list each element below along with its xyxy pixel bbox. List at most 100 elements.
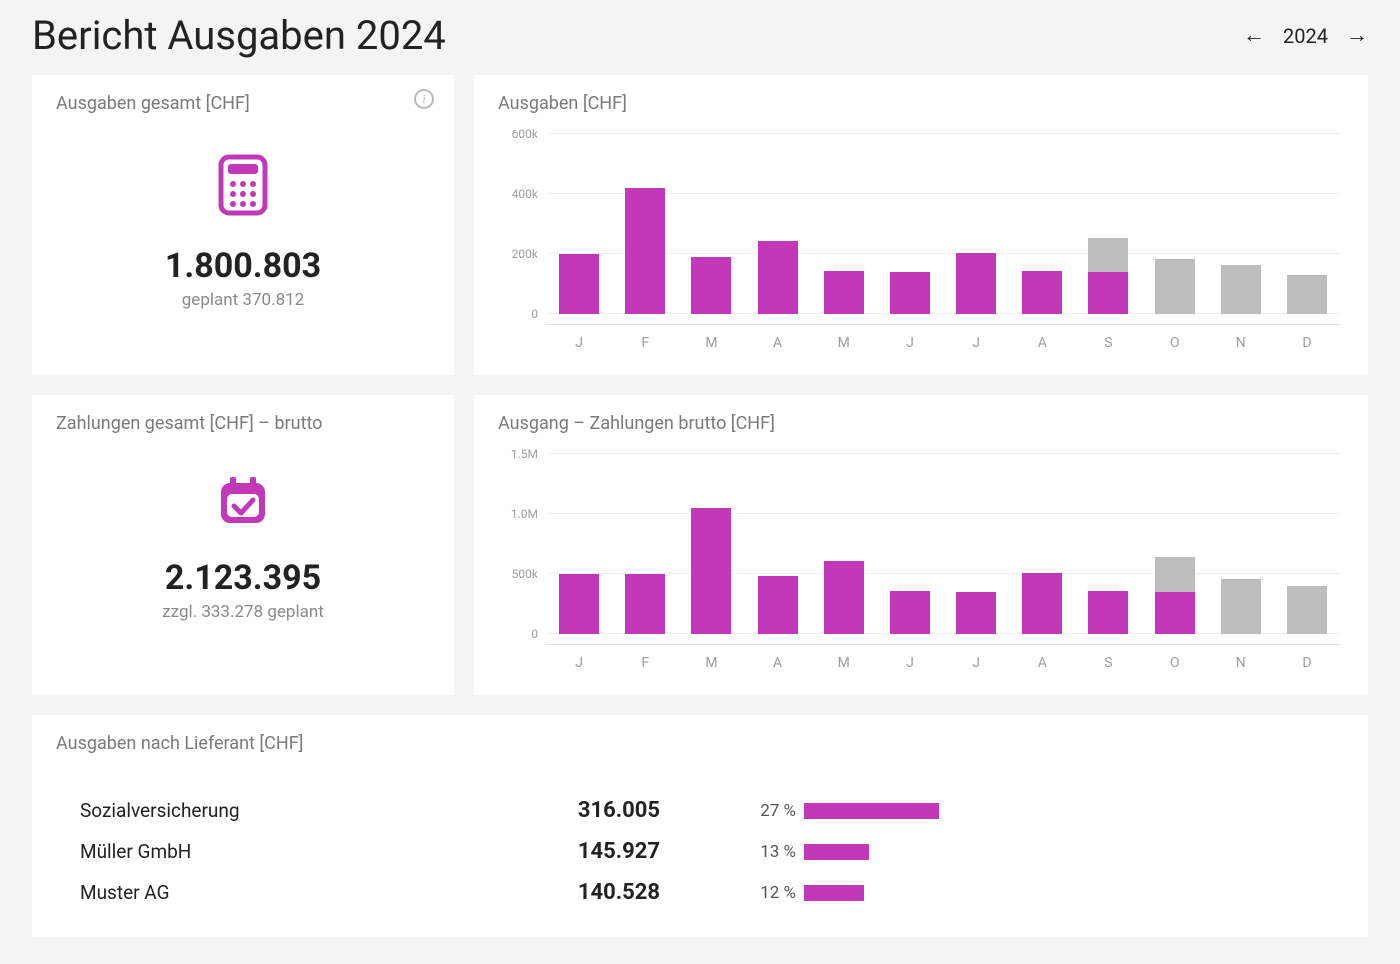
x-tick-label: S	[1075, 655, 1141, 671]
supplier-name: Muster AG	[80, 881, 560, 904]
bar[interactable]	[546, 134, 612, 314]
bar-actual	[956, 253, 996, 315]
bar-actual	[1022, 271, 1062, 315]
supplier-bar	[804, 885, 1344, 901]
y-tick-label: 0	[498, 307, 538, 321]
kpi-expenses-value: 1.800.803	[165, 246, 321, 286]
supplier-row[interactable]: Muster AG140.52812 %	[56, 872, 1344, 913]
x-tick-label: A	[745, 655, 811, 671]
y-tick-label: 200k	[498, 247, 538, 261]
x-tick-label: M	[811, 655, 877, 671]
x-tick-label: M	[678, 655, 744, 671]
supplier-percent: 13 %	[740, 842, 804, 862]
bar[interactable]	[546, 454, 612, 634]
bar[interactable]	[1009, 134, 1075, 314]
y-tick-label: 0	[498, 627, 538, 641]
x-tick-label: O	[1142, 335, 1208, 351]
bar[interactable]	[1208, 454, 1274, 634]
x-tick-label: A	[1009, 335, 1075, 351]
y-tick-label: 600k	[498, 127, 538, 141]
chart-expenses: 0200k400k600kJFMAMJJASOND	[498, 134, 1344, 351]
bar[interactable]	[877, 454, 943, 634]
bar-planned	[1221, 579, 1261, 634]
bar[interactable]	[811, 454, 877, 634]
y-tick-label: 500k	[498, 567, 538, 581]
supplier-name: Sozialversicherung	[80, 799, 560, 822]
next-year-button[interactable]: →	[1346, 25, 1368, 47]
supplier-row[interactable]: Sozialversicherung316.00527 %	[56, 790, 1344, 831]
calculator-icon	[218, 154, 268, 220]
x-tick-label: N	[1208, 335, 1274, 351]
x-tick-label: F	[612, 335, 678, 351]
kpi-payments-value: 2.123.395	[165, 558, 321, 598]
bar-actual	[890, 591, 930, 634]
page-title: Bericht Ausgaben 2024	[32, 12, 446, 59]
bar-actual	[758, 241, 798, 315]
suppliers-title: Ausgaben nach Lieferant [CHF]	[56, 733, 1344, 754]
bar-actual	[824, 271, 864, 315]
bar[interactable]	[943, 134, 1009, 314]
kpi-payments-sub: zzgl. 333.278 geplant	[162, 602, 324, 622]
supplier-row[interactable]: Müller GmbH145.92713 %	[56, 831, 1344, 872]
x-tick-label: S	[1075, 335, 1141, 351]
bar-actual	[625, 574, 665, 634]
bar-actual	[824, 561, 864, 634]
x-tick-label: D	[1274, 335, 1340, 351]
bar-actual	[956, 592, 996, 634]
x-tick-label: A	[1009, 655, 1075, 671]
bar[interactable]	[1009, 454, 1075, 634]
supplier-bar-fill	[804, 844, 869, 860]
suppliers-card: Ausgaben nach Lieferant [CHF] Sozialvers…	[32, 715, 1368, 937]
bar[interactable]	[1142, 134, 1208, 314]
y-tick-label: 1.0M	[498, 507, 538, 521]
chart-payments-title: Ausgang – Zahlungen brutto [CHF]	[498, 413, 1344, 434]
bar[interactable]	[678, 454, 744, 634]
kpi-payments-card: Zahlungen gesamt [CHF] – brutto 2.123.39…	[32, 395, 454, 695]
bar-actual	[1022, 573, 1062, 634]
bar[interactable]	[745, 454, 811, 634]
bar[interactable]	[1142, 454, 1208, 634]
bar-planned	[1287, 586, 1327, 634]
bar[interactable]	[612, 134, 678, 314]
bar-planned	[1155, 259, 1195, 315]
x-tick-label: A	[745, 335, 811, 351]
x-tick-label: N	[1208, 655, 1274, 671]
x-tick-label: F	[612, 655, 678, 671]
prev-year-button[interactable]: ←	[1243, 25, 1265, 47]
year-nav: ← 2024 →	[1243, 24, 1368, 48]
kpi-expenses-card: Ausgaben gesamt [CHF] i 1.800.80	[32, 75, 454, 375]
year-label: 2024	[1283, 24, 1328, 48]
x-tick-label: J	[546, 335, 612, 351]
bar-actual	[1088, 272, 1128, 314]
supplier-value: 140.528	[560, 880, 740, 905]
supplier-percent: 12 %	[740, 883, 804, 903]
bar[interactable]	[1208, 134, 1274, 314]
chart-expenses-title: Ausgaben [CHF]	[498, 93, 1344, 114]
x-tick-label: D	[1274, 655, 1340, 671]
kpi-expenses-sub: geplant 370.812	[182, 290, 304, 310]
bar[interactable]	[1274, 134, 1340, 314]
supplier-bar-fill	[804, 885, 864, 901]
bar[interactable]	[811, 134, 877, 314]
bar[interactable]	[612, 454, 678, 634]
supplier-percent: 27 %	[740, 801, 804, 821]
chart-payments: 0500k1.0M1.5MJFMAMJJASOND	[498, 454, 1344, 671]
bar[interactable]	[1075, 134, 1141, 314]
bar[interactable]	[943, 454, 1009, 634]
bar-actual	[1088, 591, 1128, 634]
chart-plot: 0500k1.0M1.5M	[546, 454, 1340, 634]
chart-expenses-card: Ausgaben [CHF] 0200k400k600kJFMAMJJASOND	[474, 75, 1368, 375]
bar[interactable]	[1075, 454, 1141, 634]
bar-actual	[890, 272, 930, 314]
x-tick-label: J	[877, 655, 943, 671]
bar-actual	[559, 574, 599, 634]
chart-payments-card: Ausgang – Zahlungen brutto [CHF] 0500k1.…	[474, 395, 1368, 695]
x-tick-label: O	[1142, 655, 1208, 671]
bar[interactable]	[678, 134, 744, 314]
info-icon[interactable]: i	[414, 89, 434, 109]
chart-plot: 0200k400k600k	[546, 134, 1340, 314]
bar[interactable]	[877, 134, 943, 314]
bar[interactable]	[745, 134, 811, 314]
bar[interactable]	[1274, 454, 1340, 634]
supplier-bar-fill	[804, 803, 939, 819]
